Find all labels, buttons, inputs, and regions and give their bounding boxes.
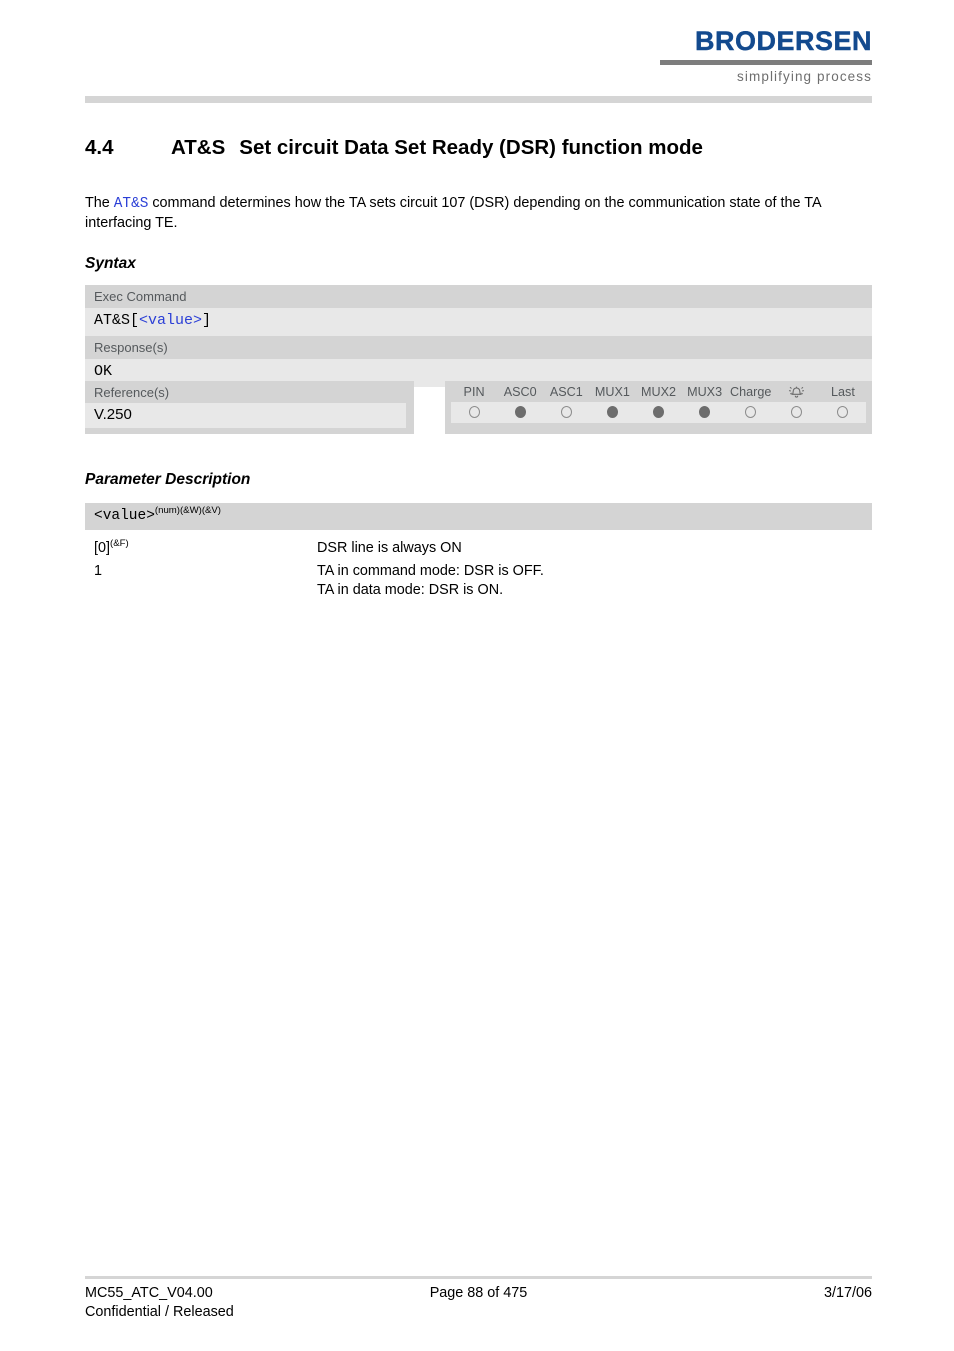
reference-box: Reference(s) V.250 — [85, 381, 414, 434]
intro-command-token: AT&S — [113, 196, 149, 212]
intro-text-after: command determines how the TA sets circu… — [85, 195, 821, 231]
supported-dot-icon — [514, 406, 526, 419]
document-page: BRODERSEN simplifying process 4.4 AT&S Set… — [0, 0, 954, 1351]
brodersen-logo: BRODERSEN simplifying process — [660, 26, 872, 84]
parameter-row: [0](&F) DSR line is always ON — [85, 535, 872, 558]
response-label: Response(s) — [94, 340, 168, 355]
support-matrix: PIN ASC0 ASC1 MUX1 MUX2 MUX3 Charge Last — [445, 381, 872, 434]
parameter-description-text: TA in command mode: DSR is OFF. TA in dat… — [317, 562, 872, 600]
unsupported-dot-icon — [791, 406, 803, 419]
support-cell — [497, 406, 543, 419]
logo-tagline: simplifying process — [737, 69, 872, 84]
unsupported-dot-icon — [468, 406, 480, 419]
support-cell — [635, 406, 681, 419]
parameter-name: <value> — [94, 508, 155, 524]
support-column-label: MUX3 — [687, 385, 723, 399]
parameter-value-text: [0] — [94, 540, 110, 556]
footer-date: 3/17/06 — [823, 1285, 872, 1301]
parameter-description-line: DSR line is always ON — [317, 540, 462, 556]
exec-command-value: AT&S[<value>] — [85, 308, 872, 336]
parameter-description-line: TA in data mode: DSR is ON. — [317, 582, 504, 598]
support-cell — [728, 406, 774, 419]
support-column-label: Charge — [730, 385, 772, 399]
parameter-description-table: <value>(num)(&W)(&V) [0](&F) DSR line is … — [85, 503, 872, 600]
support-cell — [543, 406, 589, 419]
logo-wordmark: BRODERSEN — [694, 26, 872, 56]
syntax-table-body: Exec Command AT&S[<value>] Response(s) O… — [85, 285, 872, 387]
syntax-table: Exec Command AT&S[<value>] Response(s) O… — [85, 285, 872, 387]
reference-support-row: Reference(s) V.250 PIN ASC0 ASC1 MUX1 MUX2 MU… — [85, 381, 872, 434]
parameter-description-text: DSR line is always ON — [317, 539, 872, 558]
footer-classification: Confidential / Released — [85, 1304, 234, 1320]
support-cell — [451, 406, 497, 419]
section-title: Set circuit Data Set Ready (DSR) functio… — [239, 136, 703, 159]
header-divider-rule — [85, 96, 872, 103]
supported-dot-icon — [606, 406, 618, 419]
parameter-name-superscript: (num)(&W)(&V) — [154, 505, 222, 517]
exec-prefix: AT&S[ — [94, 312, 140, 329]
unsupported-dot-icon — [745, 406, 757, 419]
parameter-rows: [0](&F) DSR line is always ON 1 TA in comma… — [85, 530, 872, 600]
syntax-heading: Syntax — [85, 255, 136, 272]
support-column-label: ASC1 — [549, 385, 583, 399]
support-column-label: PIN — [463, 385, 485, 399]
supported-dot-icon — [699, 406, 711, 419]
exec-command-label: Exec Command — [94, 289, 187, 304]
support-column-label: MUX2 — [640, 385, 676, 399]
support-cell — [682, 406, 728, 419]
parameter-value-key: 1 — [85, 562, 317, 600]
unsupported-dot-icon — [837, 406, 849, 419]
parameter-value-text: 1 — [94, 563, 103, 579]
alarm-bell-icon — [774, 385, 820, 400]
support-cell — [589, 406, 635, 419]
support-cell — [774, 406, 820, 419]
support-cell — [820, 406, 866, 419]
section-number: 4.4 — [85, 136, 114, 159]
section-heading: 4.4 AT&S Set circuit Data Set Ready (DSR) … — [85, 136, 885, 160]
parameter-description-line: TA in command mode: DSR is OFF. — [317, 563, 544, 579]
section-command: AT&S — [171, 136, 226, 159]
footer-page-number: Page 88 of 475 — [429, 1285, 528, 1301]
exec-suffix: ] — [202, 312, 212, 329]
intro-text-before: The — [85, 195, 114, 211]
intro-paragraph: The AT&S command determines how the TA s… — [85, 194, 875, 233]
reference-label: Reference(s) — [94, 385, 170, 400]
parameter-value-key: [0](&F) — [85, 539, 317, 558]
parameter-description-heading: Parameter Description — [85, 471, 251, 488]
parameter-name-header: <value>(num)(&W)(&V) — [85, 503, 872, 530]
support-column-label: MUX1 — [594, 385, 630, 399]
logo-divider-bar — [660, 60, 872, 65]
page-footer: MC55_ATC_V04.00 Page 88 of 475 3/17/06 C… — [85, 1284, 872, 1322]
reference-value: V.250 — [85, 403, 406, 428]
support-column-label: Last — [831, 385, 855, 399]
support-matrix-dots — [451, 402, 866, 424]
unsupported-dot-icon — [560, 406, 572, 419]
parameter-row: 1 TA in command mode: DSR is OFF. TA in da… — [85, 558, 872, 600]
footer-line-primary: MC55_ATC_V04.00 Page 88 of 475 3/17/06 — [85, 1284, 872, 1303]
footer-divider-rule — [85, 1276, 872, 1279]
supported-dot-icon — [652, 406, 664, 419]
footer-line-secondary: Confidential / Released — [85, 1303, 872, 1322]
support-column-label: ASC0 — [503, 385, 537, 399]
parameter-value-superscript: (&F) — [110, 538, 129, 550]
exec-value-token: <value> — [139, 312, 203, 329]
support-matrix-header: PIN ASC0 ASC1 MUX1 MUX2 MUX3 Charge Last — [445, 381, 872, 402]
